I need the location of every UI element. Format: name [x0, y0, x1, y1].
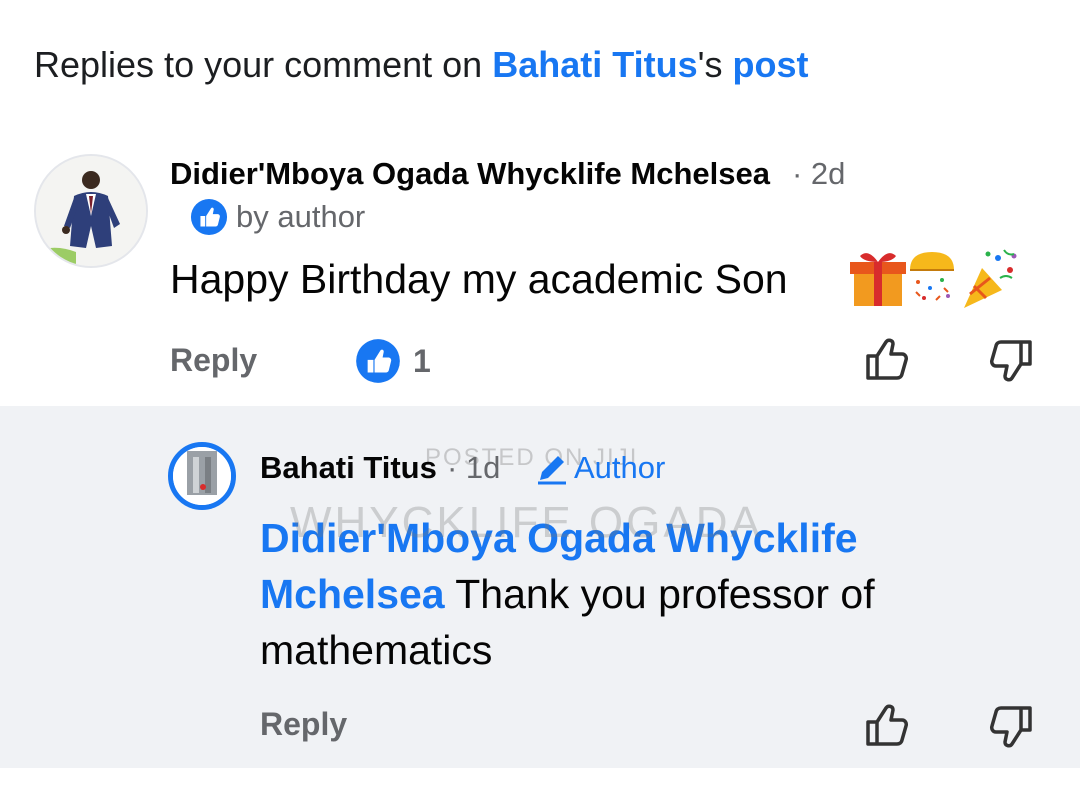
- liked-by-author-label: by author: [236, 199, 366, 234]
- party-popper-emoji: [964, 249, 1017, 308]
- thumbs-up-outline-icon[interactable]: [862, 336, 910, 384]
- like-reaction-icon: [356, 339, 400, 383]
- comment-author-name[interactable]: Didier'Mboya Ogada Whycklife Mchelsea: [170, 156, 770, 192]
- gift-emoji: [850, 253, 906, 306]
- author-badge-label: Author: [574, 450, 666, 485]
- bottom-divider: [0, 768, 1080, 797]
- watermark-name: WHYCKLIFE OGADA: [290, 498, 763, 547]
- post-link[interactable]: post: [732, 44, 808, 85]
- comment-like-count[interactable]: 1: [355, 338, 431, 384]
- post-author-link[interactable]: Bahati Titus: [492, 44, 697, 85]
- notification-header: Replies to your comment on Bahati Titus'…: [34, 44, 808, 86]
- like-count-value: 1: [413, 342, 431, 379]
- confetti-ball-emoji: [910, 252, 954, 301]
- reply-author-avatar[interactable]: [168, 442, 236, 510]
- comment-timestamp: · 2d: [792, 156, 846, 191]
- pencil-icon: [538, 456, 566, 485]
- thumbs-up-outline-icon[interactable]: [862, 702, 910, 750]
- celebration-emojis: [850, 249, 1017, 308]
- comment: Didier'Mboya Ogada Whycklife Mchelsea · …: [0, 140, 1080, 406]
- comment-text: Happy Birthday my academic Son: [170, 256, 788, 302]
- like-reaction-icon: [190, 198, 228, 236]
- comment-author-avatar[interactable]: [34, 154, 148, 268]
- reply: POSTED ON JIJI Bahati Titus · 1d Author …: [0, 406, 1080, 768]
- reply-timestamp: · 1d: [447, 450, 501, 485]
- author-badge: Author: [534, 450, 665, 486]
- liked-by-author: by author: [190, 198, 365, 236]
- reply-author-name[interactable]: Bahati Titus: [260, 450, 437, 486]
- header-possessive: 's: [697, 44, 733, 85]
- thumbs-down-outline-icon[interactable]: [988, 702, 1036, 750]
- reply-reply-button[interactable]: Reply: [260, 706, 347, 743]
- comment-reply-button[interactable]: Reply: [170, 342, 257, 379]
- thumbs-down-outline-icon[interactable]: [988, 336, 1036, 384]
- header-prefix: Replies to your comment on: [34, 44, 493, 85]
